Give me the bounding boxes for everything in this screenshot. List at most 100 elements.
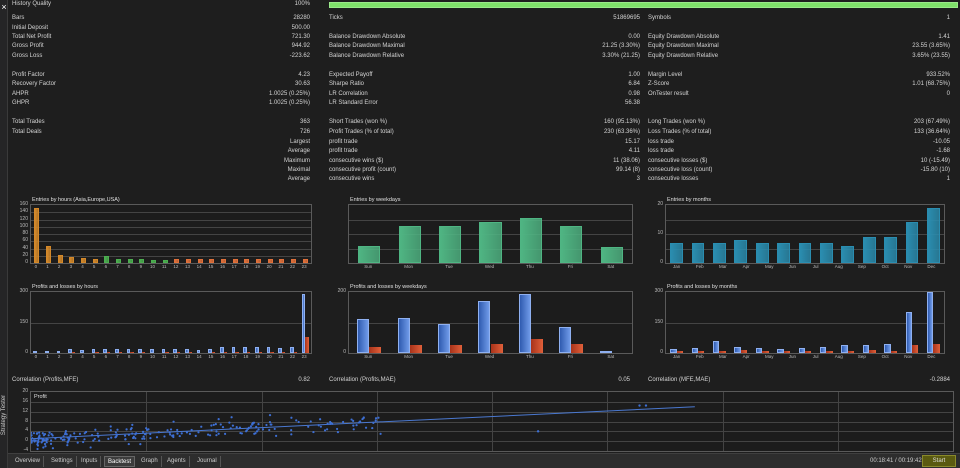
bar — [209, 259, 215, 263]
stat-row: AHPR 1.0025 (0.25%) LR Correlation 0.98 … — [8, 90, 960, 99]
stat-label: GHPR — [12, 100, 30, 106]
loss-bar — [490, 343, 503, 353]
scatter-point — [130, 427, 133, 430]
scatter-point — [109, 425, 112, 428]
stat-value: 1.0025 (0.25%) — [268, 91, 310, 97]
stat-label: Balance Drawdown Absolute — [329, 34, 406, 40]
scatter-point — [355, 424, 358, 427]
bar — [34, 207, 40, 263]
gridline — [31, 322, 311, 324]
profit-scatter-panel: Profit 20 16 12 8 4 0 -4 — [8, 388, 960, 453]
entries-by-weekdays-plot — [348, 204, 633, 264]
scatter-point — [76, 441, 79, 444]
stat-value: -1.68 — [936, 148, 950, 154]
stat-row: Recovery Factor 30.63 Sharpe Ratio 6.84 … — [8, 80, 960, 89]
scatter-point — [326, 422, 329, 425]
stat-label: Total Trades — [12, 119, 45, 125]
scatter-point — [336, 430, 340, 434]
regression-line — [31, 406, 695, 440]
loss-bar — [118, 352, 122, 353]
tab-overview[interactable]: Overview — [12, 456, 45, 467]
bar — [926, 207, 940, 263]
stat-label: Expected Payoff — [329, 72, 373, 78]
tester-tab-bar: Overview Settings Inputs Backtest Graph … — [8, 453, 960, 468]
scatter-point — [214, 423, 217, 426]
x-tick-label: Sep — [857, 354, 866, 359]
x-tick-label: Fri — [567, 264, 573, 269]
stat-row: Gross Loss -223.62 Balance Drawdown Rela… — [8, 52, 960, 61]
bar — [884, 236, 897, 263]
scatter-point — [47, 434, 50, 437]
scatter-point — [116, 428, 119, 431]
scatter-point — [176, 428, 179, 432]
pl-by-months-panel: Profits and losses by months 300 150 0 Jan F… — [653, 282, 953, 362]
bar — [862, 236, 876, 263]
scatter-point — [98, 439, 101, 442]
stat-label: Gross Loss — [12, 53, 43, 59]
tab-settings[interactable]: Settings — [48, 456, 77, 467]
x-tick-label: Jul — [812, 354, 819, 359]
x-tick-label: Tue — [445, 354, 453, 359]
stat-value: 3 — [636, 176, 640, 182]
scatter-point — [265, 423, 268, 427]
corr-value: 0.82 — [298, 377, 310, 383]
loss-bar — [762, 350, 769, 353]
scatter-point — [249, 425, 252, 428]
scatter-point — [217, 418, 220, 421]
scatter-point — [273, 427, 276, 431]
history-quality-progress-bar — [329, 1, 958, 8]
scatter-point — [317, 424, 320, 427]
x-tick-label: Jan — [672, 264, 681, 269]
loss-bar — [911, 344, 919, 353]
close-icon[interactable]: × — [0, 3, 8, 12]
y-tick-label: 60 — [22, 237, 28, 244]
loss-bar — [246, 352, 251, 353]
tab-agents[interactable]: Agents — [164, 456, 190, 467]
stat-value: 500.00 — [291, 25, 310, 31]
profit-bar — [397, 317, 410, 353]
scatter-point — [73, 432, 76, 435]
stat-value: 30.63 — [294, 81, 310, 87]
stat-value: 1 — [946, 176, 950, 182]
stat-label: consecutive profit (count) — [329, 167, 397, 173]
scatter-point — [66, 444, 69, 447]
gridline — [31, 219, 311, 221]
loss-bar — [176, 352, 181, 353]
y-tick-label: 12 — [22, 407, 28, 414]
scatter-point — [31, 434, 33, 437]
scatter-point — [78, 432, 82, 435]
stat-value: 4.23 — [298, 72, 310, 78]
scatter-point — [36, 447, 39, 451]
stat-label: Average — [287, 148, 310, 154]
stat-value: 21.25 (3.30%) — [602, 43, 640, 49]
tab-graph[interactable]: Graph — [138, 456, 162, 467]
stat-label: Equity Drawdown Relative — [648, 53, 719, 59]
scatter-point — [96, 432, 99, 435]
scatter-point — [257, 428, 260, 431]
x-tick-label: Aug — [834, 354, 843, 359]
scatter-point — [290, 433, 293, 436]
scatter-point — [135, 432, 138, 435]
pl-by-weekdays-panel: Profits and losses by weekdays 200 0 Sun Mo… — [338, 282, 638, 362]
scatter-point — [253, 432, 256, 435]
stat-label: Gross Profit — [12, 43, 44, 49]
scatter-point — [84, 430, 88, 434]
y-tick-label: 0 — [660, 349, 663, 355]
stat-label: consecutive losses — [648, 176, 699, 182]
tab-inputs[interactable]: Inputs — [78, 456, 102, 467]
tab-journal[interactable]: Journal — [194, 456, 221, 467]
scatter-point — [307, 425, 310, 428]
scatter-point — [149, 432, 152, 436]
stat-row: Maximum consecutive wins ($) 11 (38.06) … — [8, 157, 960, 166]
scatter-point — [166, 429, 169, 432]
stat-row: Average consecutive wins 3 consecutive l… — [8, 175, 960, 184]
loss-bar — [740, 349, 748, 353]
tab-backtest[interactable]: Backtest — [104, 456, 136, 467]
scatter-point — [319, 425, 322, 428]
stat-value: 10 (-15.49) — [920, 158, 950, 164]
start-button[interactable]: Start — [922, 455, 956, 467]
scatter-point — [268, 421, 272, 424]
loss-bar — [305, 336, 309, 353]
stat-value: 944.92 — [291, 43, 310, 49]
x-tick-label: Oct — [881, 354, 889, 359]
